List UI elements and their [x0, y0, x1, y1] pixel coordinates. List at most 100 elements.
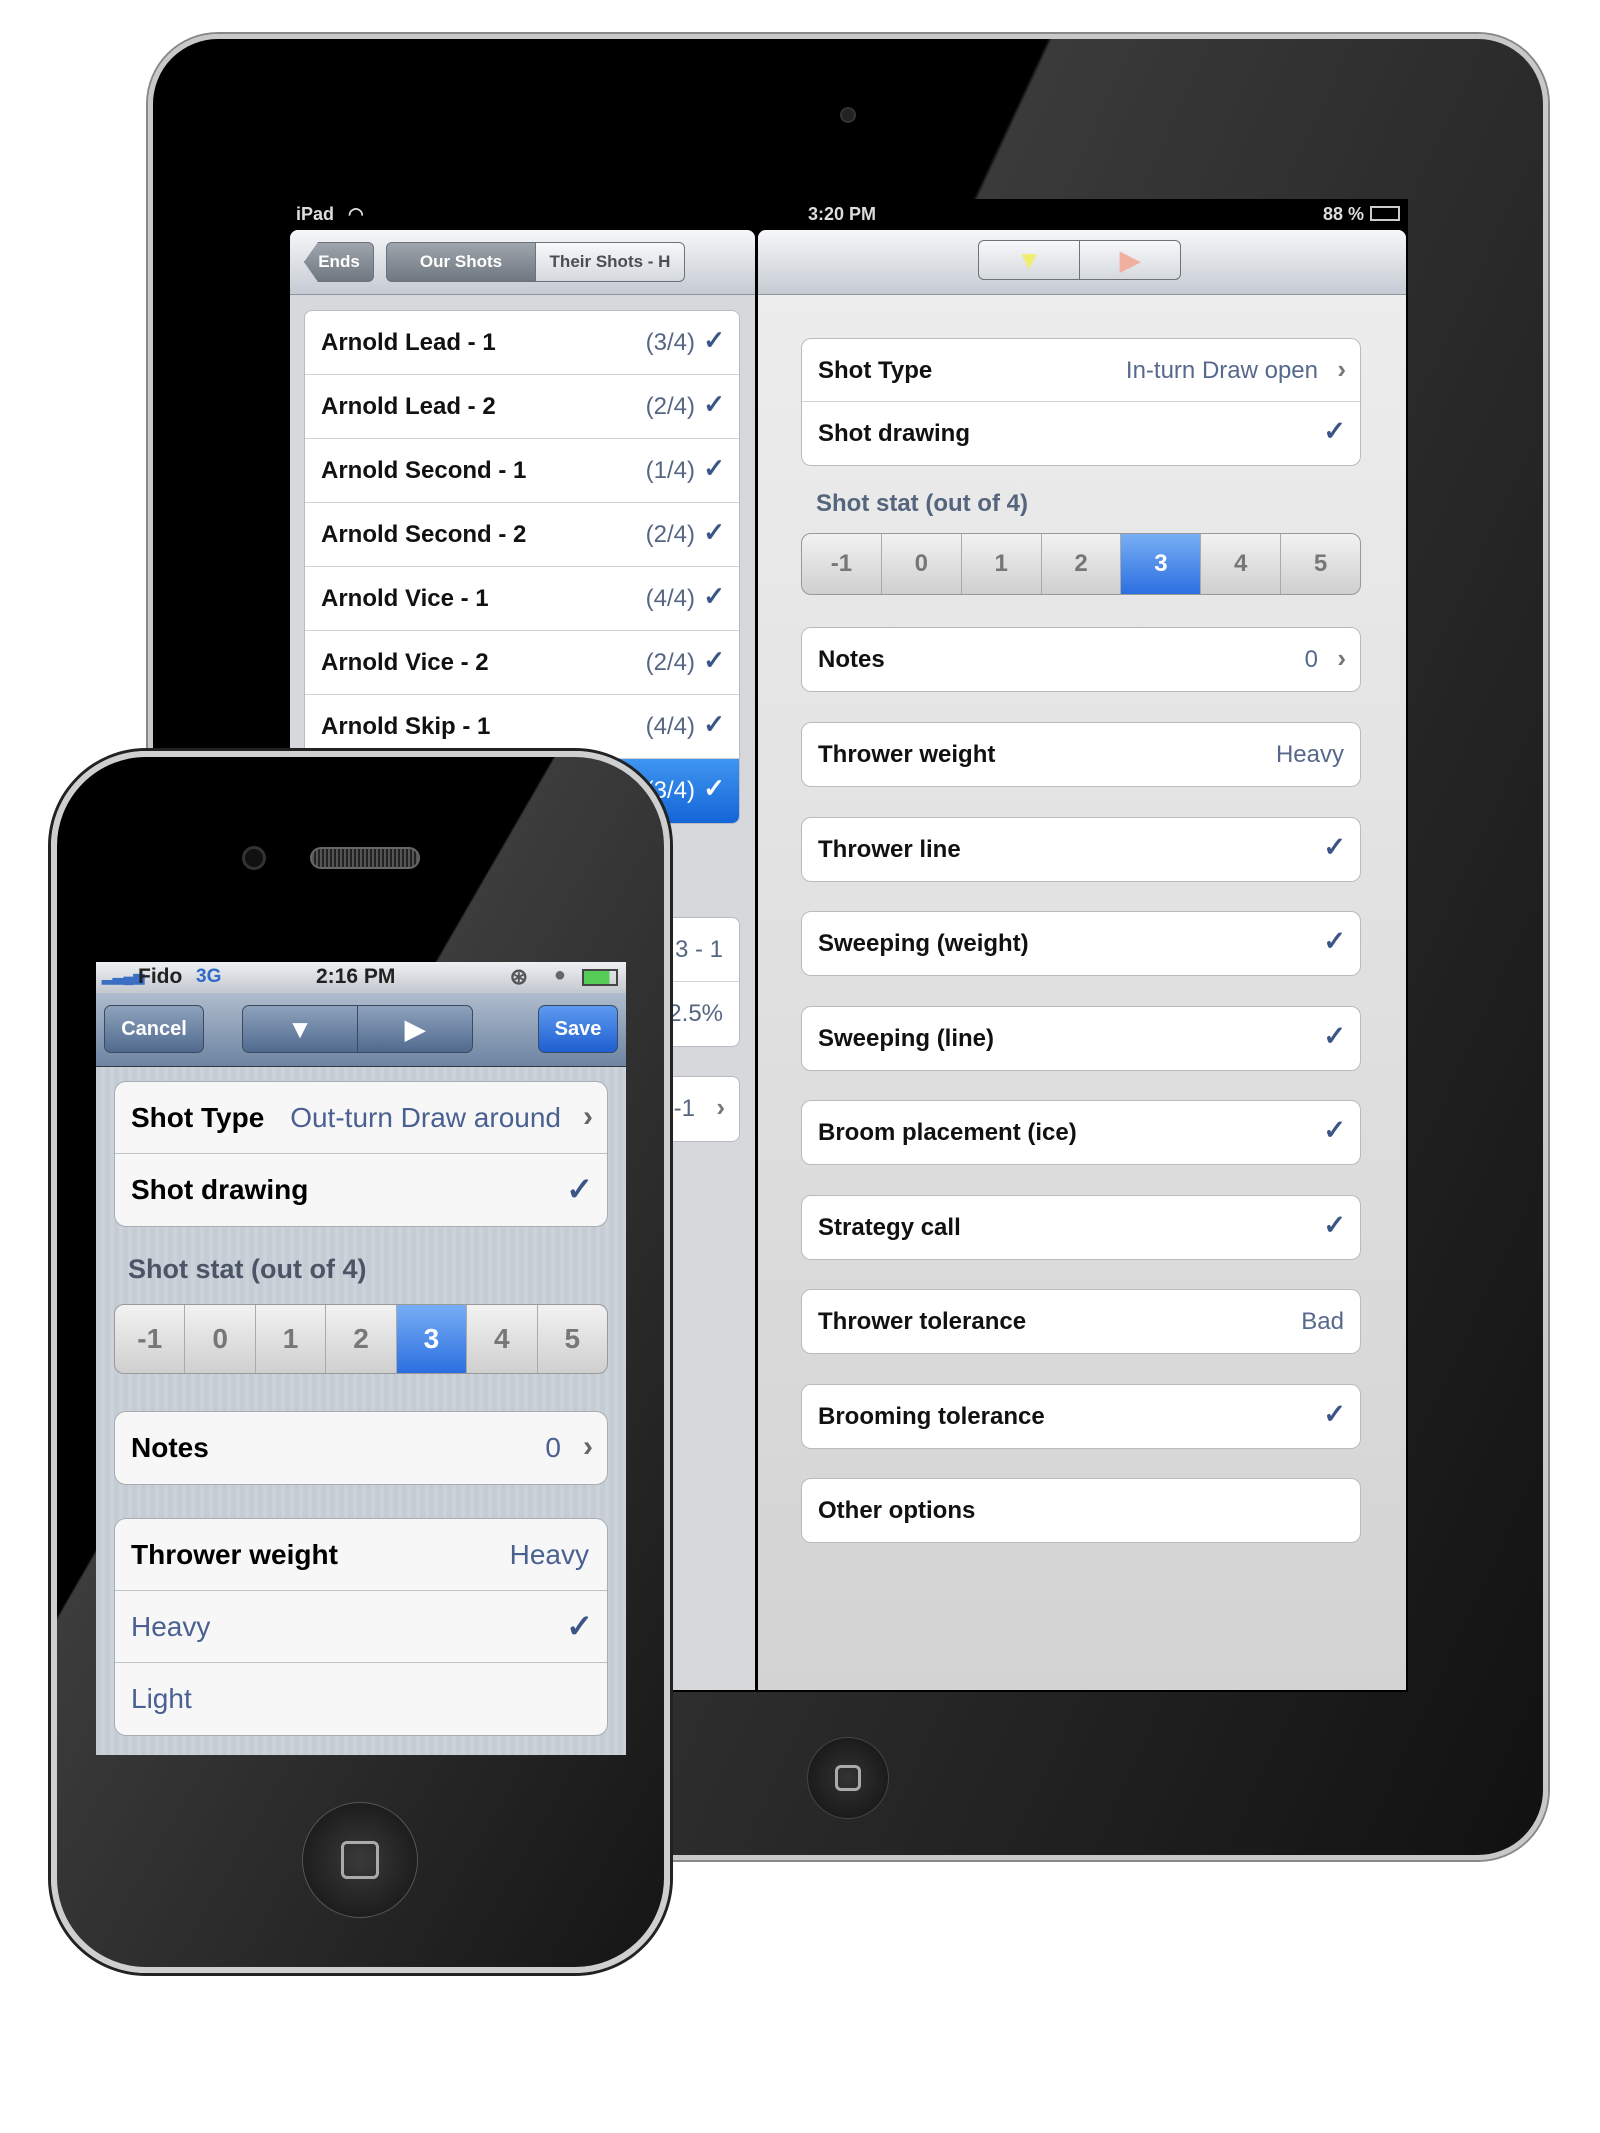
next-right-button[interactable]: ▶ [357, 1005, 473, 1053]
checkmark-icon: ✓ [703, 581, 725, 611]
cancel-button[interactable]: Cancel [104, 1005, 204, 1053]
option-label: Thrower line [818, 835, 961, 863]
shot-label: Arnold Vice - 1 [321, 585, 489, 612]
battery-icon [1370, 206, 1400, 221]
stat-option[interactable]: -1 [115, 1305, 186, 1373]
network-type: 3G [196, 966, 222, 987]
stat-option[interactable]: 1 [256, 1305, 327, 1373]
option-row[interactable]: Brooming tolerance ✓ [802, 1385, 1360, 1448]
thrower-weight-row[interactable]: Thrower weight Heavy [115, 1519, 607, 1591]
stat-option[interactable]: 3 [1121, 534, 1202, 594]
chevron-right-icon: › [583, 1430, 593, 1463]
option-label: Thrower tolerance [818, 1308, 1027, 1335]
tab-their-shots[interactable]: Their Shots - H [535, 242, 685, 282]
shot-list-item[interactable]: Arnold Second - 1 (1/4) ✓ [305, 439, 739, 503]
notes-group: Notes 0 › [801, 627, 1361, 692]
tab-our-shots[interactable]: Our Shots [386, 242, 536, 282]
shot-list-item[interactable]: Arnold Second - 2 (2/4) ✓ [305, 503, 739, 567]
stat-option[interactable]: 2 [326, 1305, 397, 1373]
shot-stat-label: Shot stat (out of 4) [816, 490, 1028, 517]
chevron-right-icon: › [1337, 354, 1346, 384]
stat-option[interactable]: 0 [185, 1305, 256, 1373]
option-value: Heavy [1275, 741, 1344, 768]
shot-list-item[interactable]: Arnold Lead - 2 (2/4) ✓ [305, 375, 739, 439]
stat-option[interactable]: 4 [467, 1305, 538, 1373]
option-label: Other options [818, 1497, 976, 1524]
stat-option[interactable]: 1 [962, 534, 1042, 594]
shot-type-row[interactable]: Shot Type Out-turn Draw around › [115, 1082, 607, 1154]
shot-drawing-row[interactable]: Shot drawing ✓ [115, 1154, 607, 1226]
checkmark-icon: ✓ [703, 709, 725, 739]
option-group: Sweeping (line) ✓ [801, 1005, 1361, 1071]
option-group: Brooming tolerance ✓ [801, 1383, 1361, 1449]
shot-count: (1/4) [645, 457, 695, 484]
checkmark-icon: ✓ [1323, 831, 1346, 862]
option-row[interactable]: Strategy call ✓ [802, 1196, 1360, 1259]
save-button[interactable]: Save [538, 1005, 618, 1053]
clock: 3:20 PM [808, 204, 877, 224]
left-navbar: Ends Our Shots Their Shots - H [290, 230, 755, 295]
ends-back-button[interactable]: Ends [304, 242, 374, 282]
option-row[interactable]: Thrower tolerance Bad [802, 1290, 1360, 1353]
checkmark-icon: ✓ [1323, 1398, 1346, 1429]
carrier: Fido [138, 965, 183, 988]
notes-group: Notes 0 › [114, 1411, 608, 1485]
weight-option[interactable]: Light [115, 1663, 607, 1735]
checkmark-icon: ✓ [703, 645, 725, 675]
shot-list-item[interactable]: Arnold Skip - 1 (4/4) ✓ [305, 695, 739, 759]
checkmark-icon: ✓ [703, 325, 725, 355]
checkmark-icon: ✓ [566, 1171, 593, 1207]
clock: 2:16 PM [316, 965, 396, 988]
stat-option[interactable]: 5 [538, 1305, 607, 1373]
earpiece [310, 847, 420, 869]
stat-option[interactable]: 4 [1201, 534, 1282, 594]
checkmark-icon: ✓ [1323, 1115, 1346, 1145]
shot-type-group: Shot Type In-turn Draw open › Shot drawing… [801, 338, 1361, 466]
option-row[interactable]: Thrower weight Heavy [802, 723, 1360, 786]
wifi-icon: ◠ [348, 204, 364, 224]
chevron-right-icon: › [716, 1092, 725, 1122]
stat-option[interactable]: 2 [1042, 534, 1122, 594]
shot-drawing-row[interactable]: Shot drawing ✓ [802, 402, 1360, 465]
option-group: Strategy call ✓ [801, 1194, 1361, 1260]
option-row[interactable]: Sweeping (weight) ✓ [802, 912, 1360, 975]
next-down-button[interactable]: ▼ [242, 1005, 358, 1053]
camera-icon [242, 846, 266, 870]
option-value: Bad [1301, 1308, 1344, 1335]
option-row[interactable]: Thrower line ✓ [802, 818, 1360, 881]
right-navbar: ▼ ▶ [758, 230, 1406, 295]
next-right-button[interactable]: ▶ [1079, 240, 1181, 280]
notes-row[interactable]: Notes 0 › [115, 1412, 607, 1484]
shot-label: Arnold Lead - 2 [321, 393, 496, 420]
option-row[interactable]: Sweeping (line) ✓ [802, 1007, 1360, 1070]
shot-list-item[interactable]: Arnold Lead - 1 (3/4) ✓ [305, 311, 739, 375]
option-row[interactable]: Broom placement (ice) ✓ [802, 1101, 1360, 1164]
home-button[interactable] [302, 1802, 418, 1918]
chevron-right-icon: › [583, 1100, 593, 1133]
stat-option[interactable]: -1 [802, 534, 882, 594]
iphone-screen: ▂▃▄▅ Fido 3G 2:16 PM ⊛ ● Cancel ▼ ▶ Save… [96, 962, 626, 1755]
checkmark-icon: ✓ [1323, 926, 1346, 956]
shot-label: Arnold Vice - 2 [321, 649, 489, 676]
shot-list-item[interactable]: Arnold Vice - 2 (2/4) ✓ [305, 631, 739, 695]
stat-option[interactable]: 0 [882, 534, 962, 594]
battery-icon [582, 969, 618, 986]
checkmark-icon: ✓ [566, 1608, 593, 1644]
stat-option[interactable]: 5 [1281, 534, 1360, 594]
shot-count: (2/4) [645, 393, 695, 420]
checkmark-icon: ✓ [703, 453, 725, 483]
next-down-button[interactable]: ▼ [978, 240, 1080, 280]
shot-type-row[interactable]: Shot Type In-turn Draw open › [802, 339, 1360, 402]
checkmark-icon: ✓ [1323, 416, 1346, 446]
stat-option[interactable]: 3 [396, 1305, 468, 1373]
weight-option[interactable]: Heavy ✓ [115, 1591, 607, 1663]
shot-count: (4/4) [645, 713, 695, 740]
option-group: Other options [801, 1478, 1361, 1543]
shot-stat-label: Shot stat (out of 4) [128, 1254, 367, 1284]
option-label: Brooming tolerance [818, 1402, 1045, 1430]
notes-row[interactable]: Notes 0 › [802, 628, 1360, 691]
checkmark-icon: ✓ [1323, 1209, 1346, 1240]
shot-list-item[interactable]: Arnold Vice - 1 (4/4) ✓ [305, 567, 739, 631]
home-button[interactable] [807, 1737, 889, 1819]
option-row[interactable]: Other options [802, 1479, 1360, 1542]
